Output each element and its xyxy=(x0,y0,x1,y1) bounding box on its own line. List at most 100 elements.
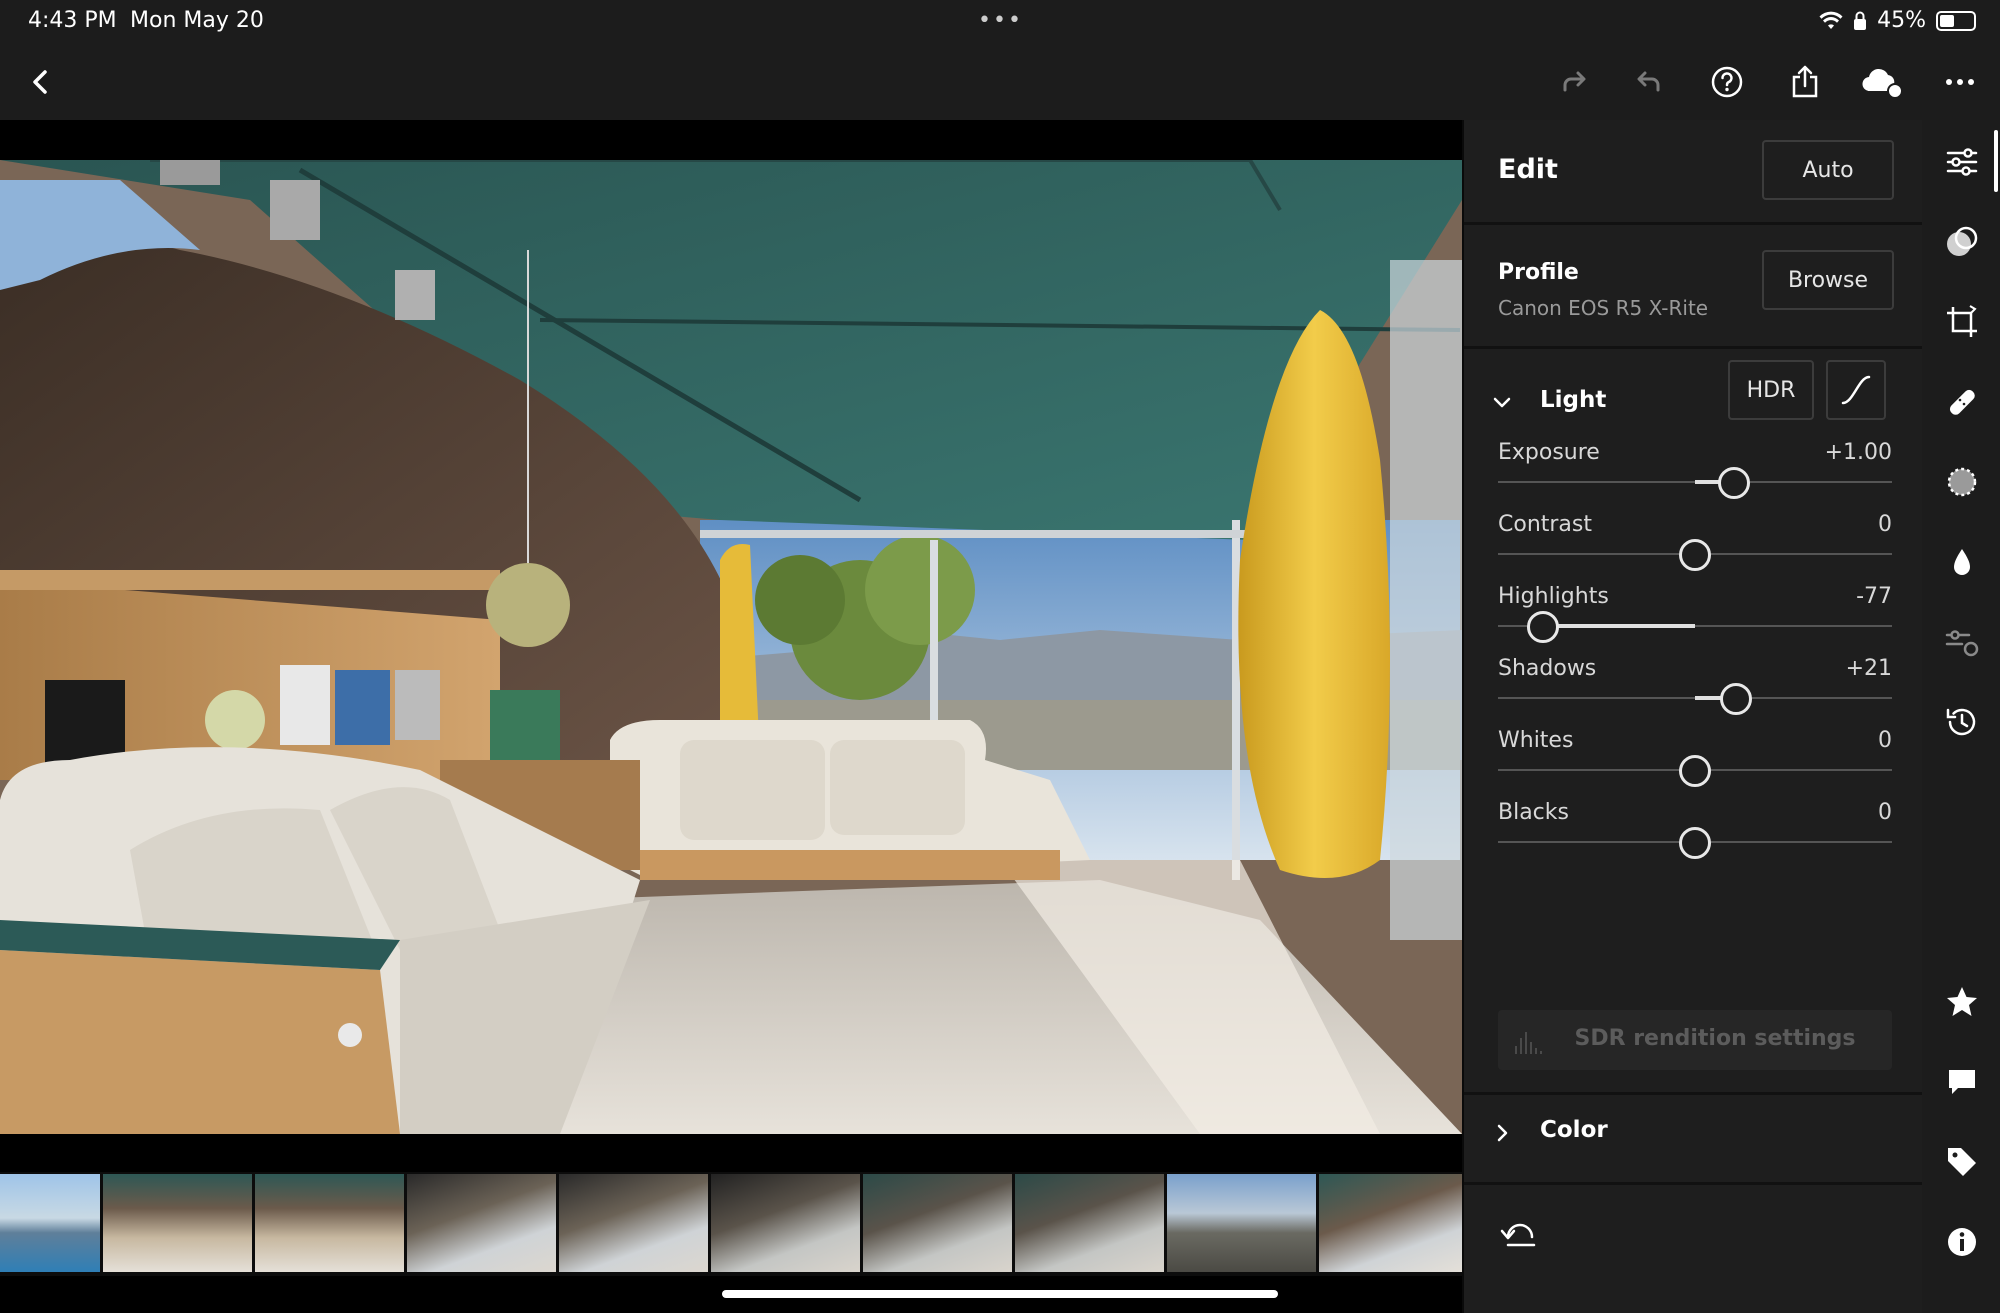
masking-icon xyxy=(1947,467,1977,497)
tool-rail xyxy=(1922,120,2000,1313)
battery-icon xyxy=(1936,10,1976,31)
slider-shadows[interactable]: Shadows +21 xyxy=(1498,656,1892,728)
slider-value[interactable]: 0 xyxy=(1878,728,1892,753)
slider-label: Shadows xyxy=(1498,656,1597,681)
thumbnail[interactable] xyxy=(863,1174,1012,1272)
share-button[interactable] xyxy=(1779,56,1831,108)
reset-button[interactable] xyxy=(1498,1215,1542,1259)
slider-knob[interactable] xyxy=(1718,467,1751,499)
thumbnail[interactable] xyxy=(407,1174,556,1272)
reset-icon xyxy=(1500,1223,1536,1247)
help-button[interactable] xyxy=(1701,56,1753,108)
back-button[interactable] xyxy=(14,56,66,108)
divider xyxy=(1464,222,1922,225)
slider-value[interactable]: 0 xyxy=(1878,800,1892,825)
cloud-sync-button[interactable] xyxy=(1856,56,1908,108)
masking-tool-button[interactable] xyxy=(1940,460,1984,504)
thumbnail[interactable] xyxy=(711,1174,860,1272)
healing-tool-button[interactable] xyxy=(1940,380,1984,424)
crop-tool-button[interactable] xyxy=(1940,300,1984,344)
thumbnail[interactable] xyxy=(1319,1174,1468,1272)
slider-knob[interactable] xyxy=(1679,539,1711,571)
status-indicators: 45% xyxy=(1819,8,1976,33)
info-button[interactable] xyxy=(1940,1220,1984,1264)
rating-button[interactable] xyxy=(1940,980,1984,1024)
lock-rotation-icon xyxy=(1854,11,1867,30)
slider-label: Whites xyxy=(1498,728,1574,753)
slider-blacks[interactable]: Blacks 0 xyxy=(1498,800,1892,872)
keywords-button[interactable] xyxy=(1940,1140,1984,1184)
color-section-label: Color xyxy=(1540,1117,1608,1143)
presets-tool-button[interactable] xyxy=(1940,220,1984,264)
slider-knob[interactable] xyxy=(1720,683,1753,715)
slider-value[interactable]: +1.00 xyxy=(1825,440,1892,465)
slider-label: Blacks xyxy=(1498,800,1569,825)
slider-exposure[interactable]: Exposure +1.00 xyxy=(1498,440,1892,512)
panel-title: Edit xyxy=(1498,154,1558,185)
divider xyxy=(1464,346,1922,349)
status-bar: 4:43 PM Mon May 20 ••• 45% xyxy=(0,0,2000,44)
hdr-button[interactable]: HDR xyxy=(1728,360,1814,420)
divider xyxy=(1464,1182,1922,1185)
photo-canvas[interactable] xyxy=(0,120,1462,1172)
light-section-label: Light xyxy=(1540,387,1607,413)
redo-button[interactable] xyxy=(1547,56,1599,108)
multitasking-dots[interactable]: ••• xyxy=(978,8,1023,33)
back-icon xyxy=(33,70,47,94)
presets-icon xyxy=(1947,226,1978,256)
slider-label: Highlights xyxy=(1498,584,1609,609)
history-icon xyxy=(1946,708,1976,736)
tone-curve-button[interactable] xyxy=(1826,360,1886,420)
slider-fill xyxy=(1543,624,1695,628)
browse-profiles-button[interactable]: Browse xyxy=(1762,250,1894,310)
comment-icon xyxy=(1949,1070,1975,1094)
comments-button[interactable] xyxy=(1940,1060,1984,1104)
thumbnail[interactable] xyxy=(103,1174,252,1272)
more-button[interactable] xyxy=(1934,56,1986,108)
slider-knob[interactable] xyxy=(1679,827,1711,859)
more-icon xyxy=(1946,79,1974,85)
sdr-rendition-settings-button[interactable]: SDR rendition settings xyxy=(1498,1010,1892,1070)
home-indicator[interactable] xyxy=(722,1290,1278,1298)
slider-whites[interactable]: Whites 0 xyxy=(1498,728,1892,800)
filmstrip[interactable] xyxy=(0,1172,1468,1276)
edit-panel: Edit Auto Profile Canon EOS R5 X-Rite Br… xyxy=(1462,120,1922,1313)
slider-contrast[interactable]: Contrast 0 xyxy=(1498,512,1892,584)
thumbnail[interactable] xyxy=(1167,1174,1316,1272)
star-icon xyxy=(1947,987,1977,1016)
edit-tool-button[interactable] xyxy=(1940,140,1984,184)
slider-knob[interactable] xyxy=(1679,755,1711,787)
slider-knob[interactable] xyxy=(1527,611,1560,643)
wifi-icon xyxy=(1819,11,1843,29)
undo-icon xyxy=(1637,71,1660,92)
thumbnail[interactable] xyxy=(255,1174,404,1272)
thumbnail[interactable] xyxy=(559,1174,708,1272)
status-time: 4:43 PM xyxy=(28,8,117,33)
blur-tool-button[interactable] xyxy=(1940,540,1984,584)
auto-button[interactable]: Auto xyxy=(1762,140,1894,200)
profile-name[interactable]: Canon EOS R5 X-Rite xyxy=(1498,296,1708,320)
crop-icon xyxy=(1947,305,1977,337)
cloud-sync-icon xyxy=(1862,68,1903,99)
color-section-header[interactable]: Color xyxy=(1464,1095,1922,1167)
slider-value[interactable]: 0 xyxy=(1878,512,1892,537)
help-icon xyxy=(1711,66,1743,98)
edit-sliders-icon xyxy=(1946,148,1978,176)
sdr-rendition-label: SDR rendition settings xyxy=(1574,1026,1856,1051)
chevron-down-icon xyxy=(1493,397,1511,408)
versions-tool-button[interactable] xyxy=(1940,620,1984,664)
photo-preview[interactable] xyxy=(0,160,1462,1134)
slider-value[interactable]: +21 xyxy=(1846,656,1892,681)
slider-value[interactable]: -77 xyxy=(1856,584,1892,609)
info-icon xyxy=(1948,1228,1976,1256)
thumbnail[interactable] xyxy=(0,1174,100,1272)
slider-label: Contrast xyxy=(1498,512,1593,537)
slider-highlights[interactable]: Highlights -77 xyxy=(1498,584,1892,656)
history-tool-button[interactable] xyxy=(1940,700,1984,744)
thumbnail[interactable] xyxy=(1015,1174,1164,1272)
blur-icon xyxy=(1954,549,1970,575)
undo-button[interactable] xyxy=(1624,56,1676,108)
interior-photo xyxy=(0,160,1462,1134)
chevron-right-icon xyxy=(1497,1124,1508,1142)
profile-label: Profile xyxy=(1498,260,1579,285)
